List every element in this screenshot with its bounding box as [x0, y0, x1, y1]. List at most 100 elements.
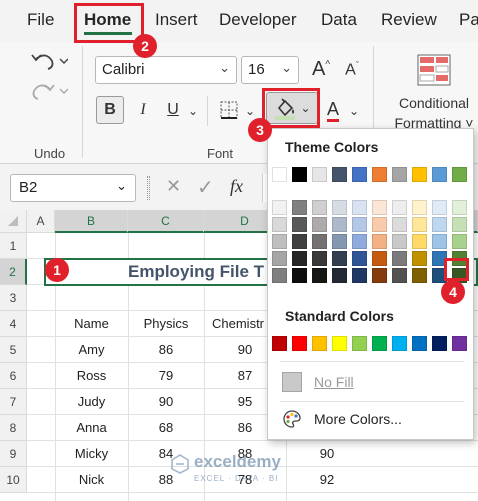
theme-shade-swatch[interactable]: [392, 251, 407, 266]
standard-color-swatch[interactable]: [412, 336, 427, 351]
theme-shade-swatch[interactable]: [372, 217, 387, 232]
header-name[interactable]: Name: [55, 310, 128, 336]
font-color-dropdown[interactable]: ⌄: [348, 100, 360, 122]
table-cell[interactable]: 79: [128, 362, 204, 388]
tab-insert[interactable]: Insert: [155, 10, 198, 30]
insert-function-button[interactable]: fx: [230, 176, 243, 197]
table-cell[interactable]: Nick: [55, 466, 128, 492]
theme-shade-swatch[interactable]: [452, 234, 467, 249]
standard-color-swatch[interactable]: [352, 336, 367, 351]
borders-button[interactable]: [216, 97, 242, 123]
theme-shade-swatch[interactable]: [432, 200, 447, 215]
font-size-combo[interactable]: 16 ⌄: [241, 56, 299, 84]
theme-shade-swatch[interactable]: [372, 234, 387, 249]
theme-shade-swatch[interactable]: [412, 251, 427, 266]
tab-data[interactable]: Data: [321, 10, 357, 30]
theme-color-swatch[interactable]: [312, 167, 327, 182]
theme-shade-swatch[interactable]: [312, 217, 327, 232]
theme-shade-swatch[interactable]: [352, 251, 367, 266]
theme-color-swatch[interactable]: [412, 167, 427, 182]
theme-shade-swatch[interactable]: [412, 200, 427, 215]
standard-color-swatch[interactable]: [332, 336, 347, 351]
decrease-font-size-button[interactable]: Aˇ: [340, 58, 364, 82]
conditional-formatting-button[interactable]: Conditional Formatting ˅: [386, 93, 478, 133]
standard-color-swatch[interactable]: [312, 336, 327, 351]
font-name-combo[interactable]: Calibri ⌄: [95, 56, 237, 84]
table-cell[interactable]: Ross: [55, 362, 128, 388]
theme-shade-swatch[interactable]: [452, 200, 467, 215]
theme-shade-swatch[interactable]: [372, 268, 387, 283]
theme-color-swatch[interactable]: [332, 167, 347, 182]
standard-color-swatch[interactable]: [452, 336, 467, 351]
theme-shade-swatch[interactable]: [292, 217, 307, 232]
table-cell[interactable]: Micky: [55, 440, 128, 466]
tab-developer[interactable]: Developer: [219, 10, 297, 30]
increase-font-size-button[interactable]: A^: [308, 56, 334, 82]
theme-shade-swatch[interactable]: [332, 217, 347, 232]
drag-handle[interactable]: [147, 176, 150, 200]
table-cell[interactable]: 86: [128, 336, 204, 362]
standard-color-swatch[interactable]: [372, 336, 387, 351]
header-physics[interactable]: Physics: [128, 310, 204, 336]
theme-shade-swatch[interactable]: [372, 251, 387, 266]
theme-shade-swatch[interactable]: [352, 200, 367, 215]
row-header-8[interactable]: 8: [0, 415, 27, 441]
theme-shade-swatch[interactable]: [352, 234, 367, 249]
bold-button[interactable]: B: [96, 96, 124, 124]
theme-shade-swatch[interactable]: [312, 200, 327, 215]
table-cell[interactable]: 90: [128, 388, 204, 414]
theme-shade-swatch[interactable]: [392, 200, 407, 215]
row-header-1[interactable]: 1: [0, 233, 27, 259]
theme-shade-swatch[interactable]: [332, 251, 347, 266]
theme-shade-swatch[interactable]: [312, 268, 327, 283]
theme-shade-swatch[interactable]: [412, 217, 427, 232]
theme-shade-swatch[interactable]: [272, 251, 287, 266]
undo-button[interactable]: [26, 48, 70, 72]
theme-shade-swatch[interactable]: [392, 234, 407, 249]
theme-shade-swatch[interactable]: [312, 251, 327, 266]
row-header-6[interactable]: 6: [0, 363, 27, 389]
theme-shade-swatch[interactable]: [392, 217, 407, 232]
row-header-3[interactable]: 3: [0, 285, 27, 311]
row-header-5[interactable]: 5: [0, 337, 27, 363]
theme-shade-swatch[interactable]: [352, 268, 367, 283]
row-header-7[interactable]: 7: [0, 389, 27, 415]
italic-button[interactable]: I: [132, 96, 154, 124]
theme-shade-swatch[interactable]: [292, 268, 307, 283]
row-header-2[interactable]: 2: [0, 259, 27, 285]
cancel-icon[interactable]: ✕: [166, 176, 181, 197]
no-fill-option[interactable]: No Fill: [282, 372, 354, 392]
row-header-9[interactable]: 9: [0, 441, 27, 467]
font-color-button[interactable]: A: [322, 96, 344, 124]
theme-color-swatch[interactable]: [292, 167, 307, 182]
theme-shade-swatch[interactable]: [372, 200, 387, 215]
theme-shade-swatch[interactable]: [432, 217, 447, 232]
standard-color-swatch[interactable]: [292, 336, 307, 351]
redo-button[interactable]: [26, 78, 70, 102]
enter-icon[interactable]: ✓: [197, 175, 214, 200]
underline-dropdown[interactable]: ⌄: [186, 100, 200, 122]
table-cell[interactable]: 68: [128, 414, 204, 440]
column-header-a[interactable]: A: [27, 210, 55, 233]
theme-shade-swatch[interactable]: [332, 268, 347, 283]
row-header-10[interactable]: 10: [0, 467, 27, 493]
standard-color-swatch[interactable]: [272, 336, 287, 351]
standard-color-swatch[interactable]: [432, 336, 447, 351]
select-all-corner[interactable]: [0, 210, 27, 233]
theme-color-swatch[interactable]: [392, 167, 407, 182]
underline-button[interactable]: U: [162, 96, 184, 124]
tab-review[interactable]: Review: [381, 10, 437, 30]
theme-shade-swatch[interactable]: [412, 268, 427, 283]
theme-shade-swatch[interactable]: [352, 217, 367, 232]
table-cell[interactable]: Amy: [55, 336, 128, 362]
theme-shade-swatch[interactable]: [332, 234, 347, 249]
theme-color-swatch[interactable]: [352, 167, 367, 182]
theme-color-swatch[interactable]: [452, 167, 467, 182]
table-cell[interactable]: Judy: [55, 388, 128, 414]
name-box[interactable]: B2 ⌄: [10, 174, 136, 202]
theme-color-swatch[interactable]: [432, 167, 447, 182]
theme-shade-swatch[interactable]: [292, 251, 307, 266]
more-colors-option[interactable]: More Colors...: [282, 409, 402, 429]
table-cell[interactable]: Anna: [55, 414, 128, 440]
theme-shade-swatch[interactable]: [292, 234, 307, 249]
